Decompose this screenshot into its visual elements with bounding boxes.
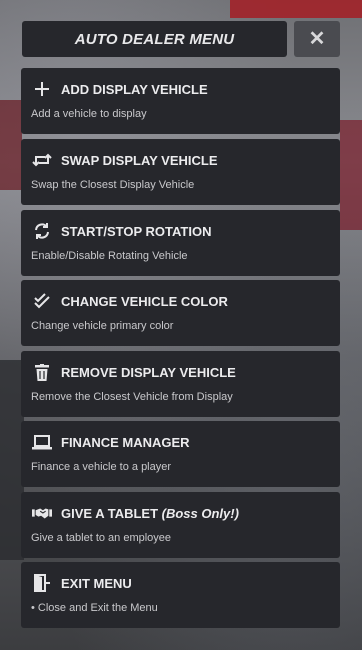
laptop-icon — [32, 433, 52, 451]
menu-item-title: REMOVE DISPLAY VEHICLE — [61, 364, 236, 380]
handshake-icon — [32, 504, 52, 522]
refresh-icon — [32, 222, 52, 240]
menu-item-title-note: (Boss Only!) — [161, 505, 239, 521]
double-check-icon — [32, 292, 52, 310]
menu-item-remove-display-vehicle[interactable]: REMOVE DISPLAY VEHICLE Remove the Closes… — [21, 351, 340, 417]
menu-item-title-main: GIVE A TABLET — [61, 505, 162, 521]
menu-item-finance-manager[interactable]: FINANCE MANAGER Finance a vehicle to a p… — [21, 421, 340, 487]
menu-item-subtitle: Change vehicle primary color — [31, 320, 174, 332]
door-exit-icon — [32, 574, 52, 592]
menu-item-exit-menu[interactable]: EXIT MENU • Close and Exit the Menu — [21, 562, 340, 628]
menu-item-title: CHANGE VEHICLE COLOR — [61, 293, 228, 309]
swap-icon — [32, 151, 52, 169]
menu-item-subtitle: Finance a vehicle to a player — [31, 461, 172, 473]
close-icon: ✕ — [308, 28, 326, 50]
menu-item-title: SWAP DISPLAY VEHICLE — [61, 152, 218, 168]
plus-icon — [32, 80, 52, 98]
menu-item-subtitle: Add a vehicle to display — [31, 108, 147, 120]
menu-item-title: EXIT MENU — [61, 575, 132, 591]
menu-item-change-vehicle-color[interactable]: CHANGE VEHICLE COLOR Change vehicle prim… — [21, 280, 340, 346]
background-panel — [0, 100, 22, 190]
menu-item-title: ADD DISPLAY VEHICLE — [61, 81, 208, 97]
menu-item-title: FINANCE MANAGER — [61, 434, 190, 450]
menu-header: AUTO DEALER MENU — [22, 21, 287, 57]
close-button[interactable]: ✕ — [294, 21, 340, 57]
trash-icon — [32, 363, 52, 381]
menu-item-give-a-tablet[interactable]: GIVE A TABLET (Boss Only!) Give a tablet… — [21, 492, 340, 558]
menu-item-subtitle: • Close and Exit the Menu — [31, 602, 158, 614]
menu-item-start-stop-rotation[interactable]: START/STOP ROTATION Enable/Disable Rotat… — [21, 210, 340, 276]
background-panel — [340, 120, 362, 230]
menu-title: AUTO DEALER MENU — [74, 30, 235, 48]
menu-item-add-display-vehicle[interactable]: ADD DISPLAY VEHICLE Add a vehicle to dis… — [21, 68, 340, 134]
menu-item-title: START/STOP ROTATION — [61, 223, 212, 239]
menu-item-subtitle: Give a tablet to an employee — [31, 532, 172, 544]
menu-item-subtitle: Swap the Closest Display Vehicle — [31, 179, 195, 191]
menu-item-title: GIVE A TABLET (Boss Only!) — [61, 506, 239, 521]
background-banner — [230, 0, 362, 18]
menu-item-subtitle: Remove the Closest Vehicle from Display — [31, 391, 233, 403]
menu-item-subtitle: Enable/Disable Rotating Vehicle — [31, 250, 188, 262]
menu-item-swap-display-vehicle[interactable]: SWAP DISPLAY VEHICLE Swap the Closest Di… — [21, 139, 340, 205]
